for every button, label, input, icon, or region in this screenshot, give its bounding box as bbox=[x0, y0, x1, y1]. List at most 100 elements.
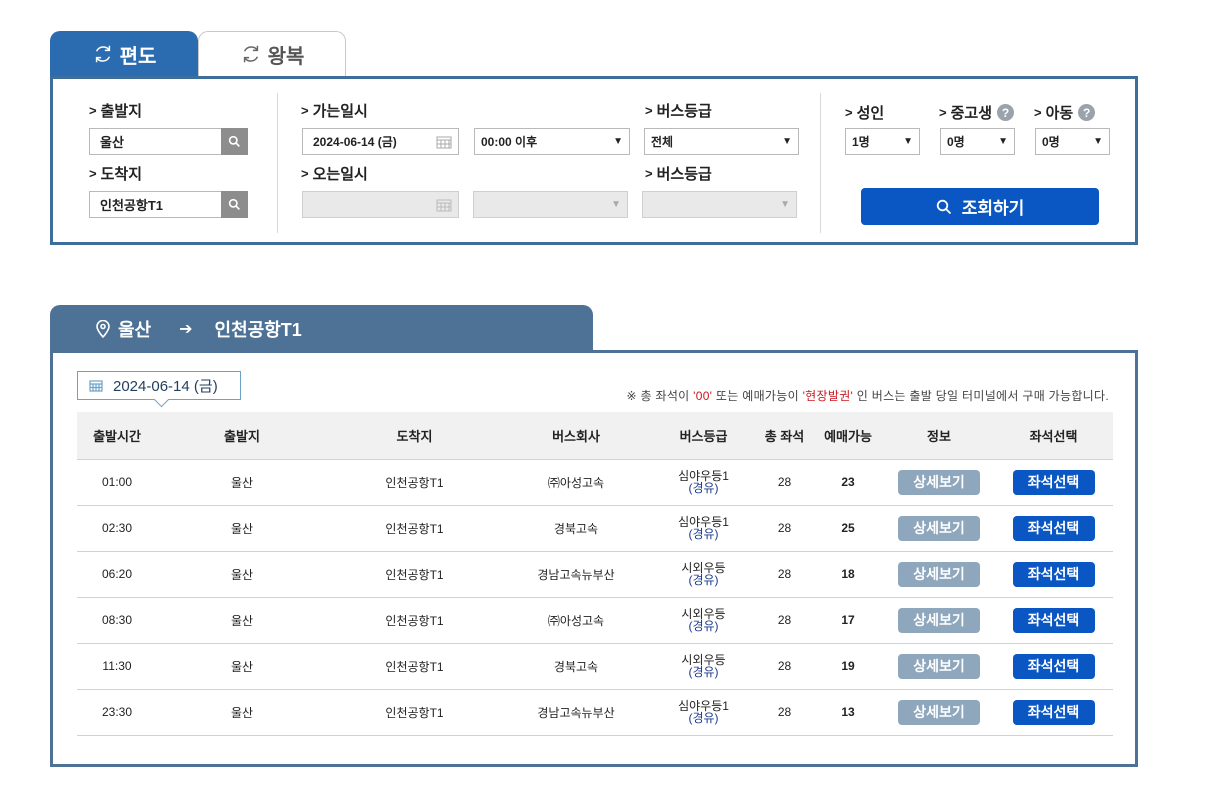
bus-grade-select[interactable]: 전체 ▼ bbox=[644, 128, 799, 155]
departure-label: > 출발지 bbox=[89, 103, 142, 120]
available-seats: 25 bbox=[841, 521, 855, 535]
seat-select-button[interactable]: 좌석선택 bbox=[1012, 561, 1095, 587]
route-header: 울산 ➔ 인천공항T1 bbox=[50, 305, 593, 352]
go-date-label: > 가는일시 bbox=[301, 103, 368, 120]
info-cell: 상세보기 bbox=[884, 551, 994, 597]
notice-text: ※ 총 좌석이 '00' 또는 예매가능이 '현장발권' 인 버스는 출발 당일… bbox=[626, 389, 1109, 403]
date-chip[interactable]: 2024-06-14 (금) bbox=[77, 371, 241, 400]
detail-button[interactable]: 상세보기 bbox=[898, 469, 980, 495]
depart-place: 울산 bbox=[230, 659, 254, 674]
lookup-button[interactable]: 조회하기 bbox=[861, 188, 1099, 225]
location-pin-icon bbox=[96, 319, 110, 338]
arrival-input[interactable]: 인천공항T1 bbox=[89, 191, 223, 218]
available-seats: 19 bbox=[841, 659, 855, 673]
arrive-place: 인천공항T1 bbox=[385, 659, 444, 674]
available-seats: 18 bbox=[841, 567, 855, 581]
depart-time: 06:20 bbox=[101, 567, 133, 581]
adult-select[interactable]: 1명 ▼ bbox=[845, 128, 920, 155]
chevron-down-icon: ▼ bbox=[903, 136, 913, 147]
depart-place: 울산 bbox=[230, 475, 254, 490]
detail-button[interactable]: 상세보기 bbox=[898, 607, 980, 633]
arrow-right-icon: ➔ bbox=[179, 320, 193, 338]
divider bbox=[277, 93, 278, 233]
refresh-icon bbox=[243, 45, 258, 63]
return-time-select[interactable]: ▼ bbox=[473, 191, 628, 218]
child-select[interactable]: 0명 ▼ bbox=[1035, 128, 1110, 155]
depart-place: 울산 bbox=[230, 613, 254, 628]
seat-select-button[interactable]: 좌석선택 bbox=[1012, 607, 1095, 633]
chevron-down-icon: ▼ bbox=[1093, 136, 1103, 147]
return-date-input[interactable] bbox=[302, 191, 459, 218]
child-label: > 아동 ? bbox=[1034, 102, 1096, 123]
total-seats: 28 bbox=[777, 567, 792, 581]
search-icon bbox=[228, 198, 240, 210]
departure-input[interactable]: 울산 bbox=[89, 128, 223, 155]
total-seats: 28 bbox=[777, 475, 792, 489]
go-date-input[interactable]: 2024-06-14 (금) bbox=[302, 128, 459, 155]
bus-grade: 심야우등1 (경유) bbox=[678, 469, 729, 495]
col-header: 정보 bbox=[927, 428, 951, 444]
search-panel: > 출발지 울산 > 도착지 인천공항T1 > 가는일시 2024-06-14 (금)… bbox=[50, 76, 1138, 245]
seat-cell: 좌석선택 bbox=[994, 643, 1113, 689]
seat-cell: 좌석선택 bbox=[994, 597, 1113, 643]
student-select[interactable]: 0명 ▼ bbox=[940, 128, 1015, 155]
depart-time: 01:00 bbox=[101, 475, 133, 489]
tab-roundtrip[interactable]: 왕복 bbox=[198, 31, 346, 76]
table-row: 06:20 울산 인천공항T1 경남고속뉴부산 시외우등 (경유) 28 18 상… bbox=[77, 551, 1113, 597]
depart-place: 울산 bbox=[230, 521, 254, 536]
help-icon[interactable]: ? bbox=[997, 104, 1014, 121]
seat-select-button[interactable]: 좌석선택 bbox=[1012, 653, 1095, 679]
detail-button[interactable]: 상세보기 bbox=[898, 561, 980, 587]
route-from: 울산 bbox=[118, 319, 152, 340]
calendar-icon[interactable] bbox=[436, 135, 452, 149]
detail-button[interactable]: 상세보기 bbox=[898, 515, 980, 541]
table-row: 01:00 울산 인천공항T1 ㈜아성고속 심야우등1 (경유) 28 23 상세… bbox=[77, 459, 1113, 505]
col-header: 총 좌석 bbox=[764, 428, 805, 444]
col-header: 도착지 bbox=[396, 428, 433, 444]
return-bus-grade-label: > 버스등급 bbox=[645, 166, 712, 183]
info-cell: 상세보기 bbox=[884, 643, 994, 689]
arrival-search-button[interactable] bbox=[221, 191, 248, 218]
bus-grade: 심야우등1 (경유) bbox=[678, 699, 729, 725]
depart-time: 02:30 bbox=[101, 521, 133, 535]
bus-grade: 시외우등 (경유) bbox=[681, 561, 726, 587]
divider bbox=[820, 93, 821, 233]
detail-button[interactable]: 상세보기 bbox=[898, 653, 980, 679]
seat-select-button[interactable]: 좌석선택 bbox=[1012, 515, 1095, 541]
help-icon[interactable]: ? bbox=[1078, 104, 1096, 121]
total-seats: 28 bbox=[777, 521, 792, 535]
bus-company: 경북고속 bbox=[553, 521, 599, 536]
detail-button[interactable]: 상세보기 bbox=[898, 699, 980, 725]
bus-company: 경북고속 bbox=[553, 659, 599, 674]
refresh-icon bbox=[95, 45, 110, 63]
arrival-label: > 도착지 bbox=[89, 166, 142, 183]
seat-cell: 좌석선택 bbox=[994, 689, 1113, 735]
adult-label: > 성인 bbox=[845, 105, 885, 122]
result-panel: 2024-06-14 (금) ※ 총 좌석이 '00' 또는 예매가능이 '현장… bbox=[50, 350, 1138, 767]
col-header: 버스회사 bbox=[552, 428, 600, 444]
search-icon bbox=[228, 135, 240, 147]
depart-time: 23:30 bbox=[101, 705, 133, 719]
depart-time: 08:30 bbox=[101, 613, 133, 627]
col-header: 좌석선택 bbox=[1029, 428, 1078, 444]
info-cell: 상세보기 bbox=[884, 505, 994, 551]
tab-oneway[interactable]: 편도 bbox=[50, 31, 198, 77]
total-seats: 28 bbox=[777, 659, 792, 673]
return-date-label: > 오는일시 bbox=[301, 166, 368, 183]
seat-cell: 좌석선택 bbox=[994, 551, 1113, 597]
go-time-select[interactable]: 00:00 이후 ▼ bbox=[474, 128, 630, 155]
depart-time: 11:30 bbox=[102, 659, 132, 673]
route-to: 인천공항T1 bbox=[214, 319, 302, 340]
bus-schedule-table: 출발시간 출발지 도착지 버스회사 버스등급 총 좌석 예매가능 정보 좌석선택… bbox=[77, 412, 1113, 736]
available-seats: 13 bbox=[841, 705, 855, 719]
seat-select-button[interactable]: 좌석선택 bbox=[1012, 699, 1095, 725]
bus-grade: 시외우등 (경유) bbox=[681, 653, 726, 679]
seat-select-button[interactable]: 좌석선택 bbox=[1012, 469, 1095, 495]
chevron-down-icon: ▼ bbox=[780, 199, 790, 210]
departure-search-button[interactable] bbox=[221, 128, 248, 155]
available-seats: 17 bbox=[841, 613, 855, 627]
col-header: 출발시간 bbox=[93, 428, 141, 444]
return-bus-grade-select[interactable]: ▼ bbox=[642, 191, 797, 218]
bus-company: ㈜아성고속 bbox=[547, 475, 605, 490]
search-icon bbox=[936, 199, 951, 214]
